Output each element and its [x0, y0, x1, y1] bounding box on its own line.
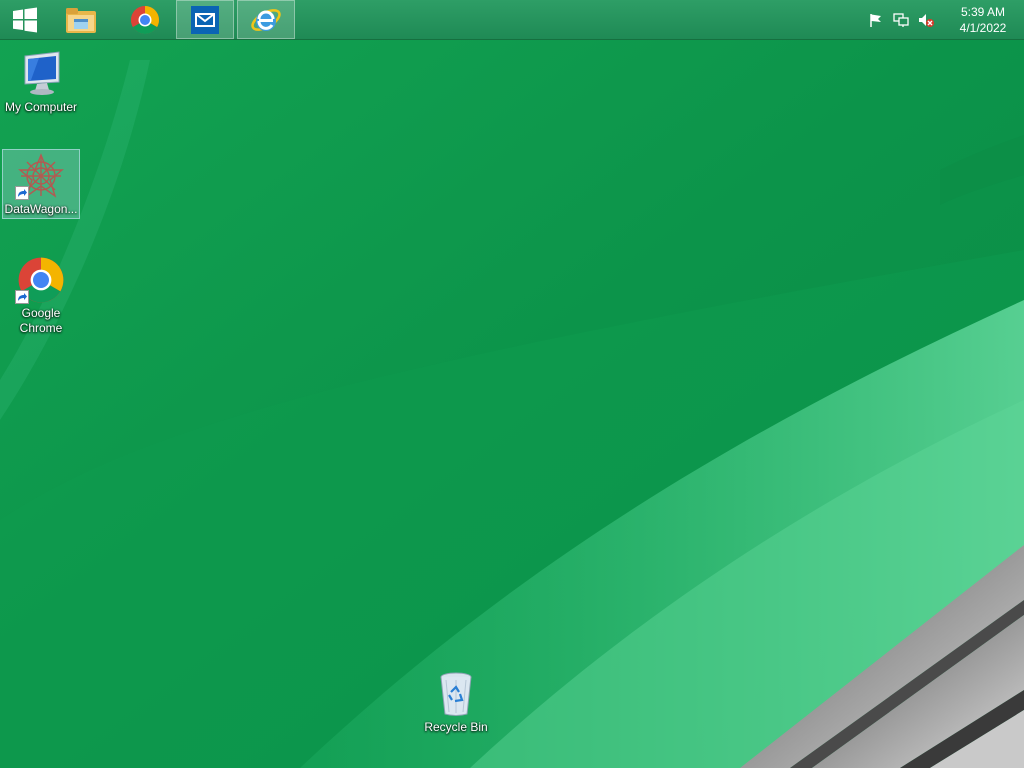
shortcut-arrow-icon — [15, 186, 29, 200]
internet-explorer-icon — [251, 8, 281, 31]
clock-time: 5:39 AM — [960, 4, 1006, 19]
desktop-icon-my-computer[interactable]: My Computer — [2, 48, 80, 115]
network-icon[interactable] — [890, 10, 912, 30]
taskbar: 5:39 AM 4/1/2022 — [0, 0, 1024, 40]
folder-icon — [66, 7, 96, 33]
volume-muted-icon[interactable] — [915, 10, 937, 30]
desktop-wallpaper — [0, 0, 1024, 768]
mail-icon — [191, 5, 219, 34]
computer-icon — [24, 51, 60, 95]
chrome-icon — [131, 5, 159, 34]
taskbar-internet-explorer[interactable] — [237, 0, 295, 39]
desktop-icon-label: Recycle Bin — [424, 720, 488, 734]
action-center-flag-icon[interactable] — [865, 10, 887, 30]
desktop-icon-label: Google Chrome — [19, 306, 63, 335]
shortcut-arrow-icon — [15, 290, 29, 304]
desktop-icon-label: My Computer — [4, 100, 78, 114]
taskbar-google-chrome[interactable] — [116, 0, 174, 39]
desktop-icon-recycle-bin[interactable]: Recycle Bin — [417, 668, 495, 735]
recycle-bin-icon — [440, 672, 472, 716]
start-button[interactable] — [0, 0, 50, 39]
desktop-icon-datawagon[interactable]: DataWagon... — [2, 149, 80, 219]
taskbar-file-explorer[interactable] — [52, 0, 110, 39]
system-tray: 5:39 AM 4/1/2022 — [865, 0, 1024, 39]
windows-logo-icon — [13, 7, 37, 32]
taskbar-mail[interactable] — [176, 0, 234, 39]
clock-date: 4/1/2022 — [959, 20, 1007, 35]
taskbar-clock[interactable]: 5:39 AM 4/1/2022 — [950, 4, 1016, 36]
desktop-icon-label: DataWagon... — [4, 202, 78, 216]
desktop-icon-google-chrome[interactable]: Google Chrome — [2, 254, 80, 336]
